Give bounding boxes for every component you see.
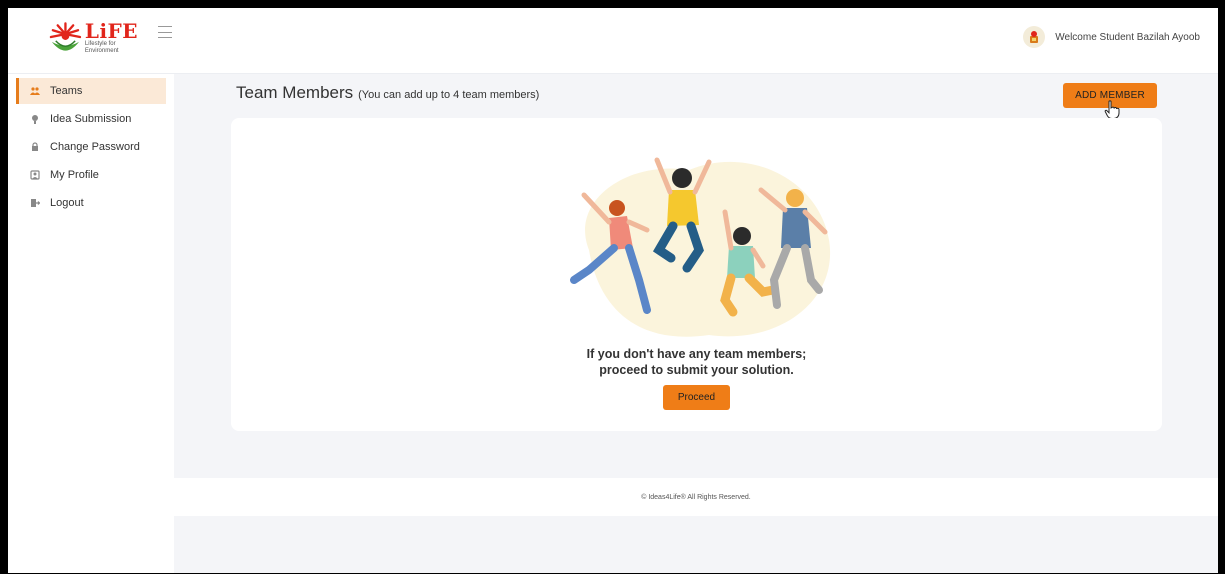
logo[interactable]: LiFE Lifestyle for Environment xyxy=(48,16,138,60)
sidebar-item-label: Change Password xyxy=(50,141,140,153)
logout-icon xyxy=(30,198,40,208)
logo-subtitle-2: Environment xyxy=(84,48,119,54)
sidebar-item-my-profile[interactable]: My Profile xyxy=(16,162,166,188)
sidebar-item-label: Teams xyxy=(50,85,83,97)
bulb-icon xyxy=(30,114,40,124)
avatar[interactable] xyxy=(1023,26,1046,48)
logo-title: LiFE xyxy=(84,19,138,43)
logo-subtitle-1: Lifestyle for xyxy=(84,41,116,47)
sidebar-item-label: Idea Submission xyxy=(50,113,132,125)
hand-cursor-icon xyxy=(1104,100,1120,119)
sidebar-item-logout[interactable]: Logout xyxy=(16,190,166,216)
avatar-icon xyxy=(1030,31,1039,43)
logo-sun-icon xyxy=(49,22,82,51)
profile-icon xyxy=(30,170,40,180)
sidebar-item-label: Logout xyxy=(50,197,84,209)
sidebar: Teams Idea Submission Change Password My… xyxy=(8,74,174,573)
team-icon xyxy=(30,86,40,96)
app-window: LiFE Lifestyle for Environment Welcome S… xyxy=(8,8,1218,573)
top-bar: LiFE Lifestyle for Environment Welcome S… xyxy=(8,8,1218,74)
celebrating-team-illustration xyxy=(570,157,831,337)
sidebar-item-label: My Profile xyxy=(50,169,99,181)
sidebar-item-idea-submission[interactable]: Idea Submission xyxy=(16,106,166,132)
page-subtitle-text: (You can add up to 4 team members) xyxy=(358,89,540,101)
proceed-button[interactable]: Proceed xyxy=(663,385,730,410)
footer: © Ideas4Life® All Rights Reserved. xyxy=(174,478,1218,516)
footer-text: © Ideas4Life® All Rights Reserved. xyxy=(641,493,751,501)
sidebar-item-change-password[interactable]: Change Password xyxy=(16,134,166,160)
welcome-text: Welcome Student Bazilah Ayoob xyxy=(1055,31,1200,43)
menu-toggle-icon[interactable] xyxy=(158,26,172,38)
empty-state-card: If you don't have any team members; proc… xyxy=(231,118,1162,431)
page-title-text: Team Members xyxy=(236,83,354,102)
page-title: Team Members (You can add up to 4 team m… xyxy=(236,83,539,103)
empty-state-line-2: proceed to submit your solution. xyxy=(599,363,794,377)
empty-state-message: If you don't have any team members; proc… xyxy=(231,346,1162,378)
lock-icon xyxy=(30,142,40,152)
empty-state-line-1: If you don't have any team members; xyxy=(586,347,807,361)
sidebar-item-teams[interactable]: Teams xyxy=(16,78,166,104)
user-info[interactable]: Welcome Student Bazilah Ayoob xyxy=(1023,26,1200,48)
